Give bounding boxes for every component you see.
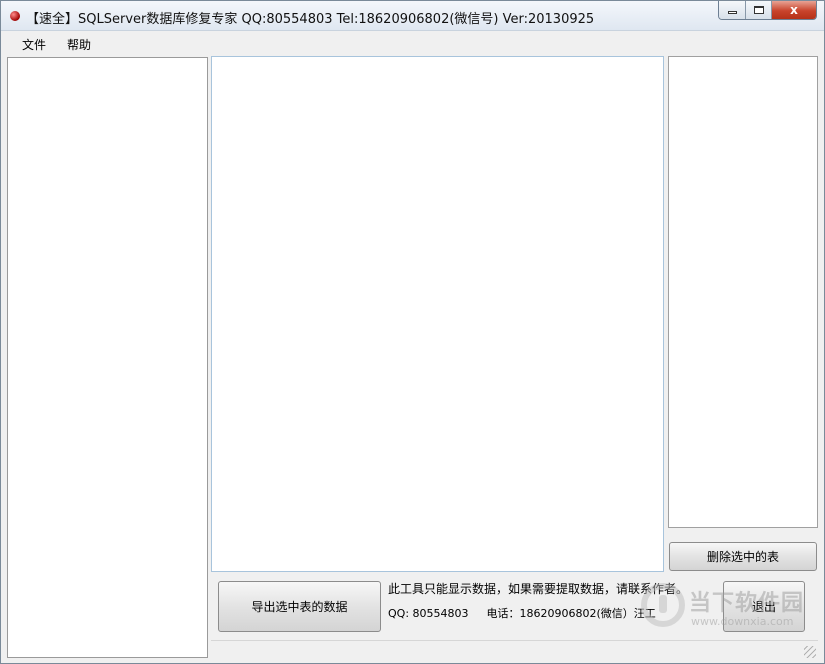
status-bar (211, 640, 818, 660)
table-list-panel[interactable] (668, 56, 818, 528)
exit-button[interactable]: 退出 (723, 581, 805, 632)
export-selected-data-button[interactable]: 导出选中表的数据 (218, 581, 381, 632)
database-tree-panel[interactable] (7, 57, 208, 658)
close-button[interactable]: x (772, 1, 816, 19)
app-window: 【速全】SQLServer数据库修复专家 QQ:80554803 Tel:186… (0, 0, 825, 664)
minimize-button[interactable] (719, 1, 746, 19)
contact-info: QQ: 80554803 电话：18620906802(微信）汪工 (388, 605, 656, 621)
info-notice: 此工具只能显示数据，如果需要提取数据，请联系作者。 (388, 582, 689, 596)
maximize-button[interactable] (746, 1, 772, 19)
menu-help[interactable]: 帮助 (67, 36, 91, 53)
resize-grip-icon[interactable] (804, 646, 816, 658)
app-icon[interactable] (10, 11, 20, 21)
title-bar[interactable]: 【速全】SQLServer数据库修复专家 QQ:80554803 Tel:186… (1, 1, 824, 31)
maximize-icon (753, 6, 764, 14)
delete-selected-table-button[interactable]: 删除选中的表 (669, 542, 817, 571)
minimize-icon (727, 11, 737, 14)
contact-phone: 电话：18620906802(微信）汪工 (486, 607, 656, 620)
contact-qq: QQ: 80554803 (388, 607, 469, 620)
close-icon: x (790, 3, 798, 17)
window-title: 【速全】SQLServer数据库修复专家 QQ:80554803 Tel:186… (26, 12, 595, 27)
menu-file[interactable]: 文件 (22, 36, 46, 53)
menu-bar: 文件 帮助 (1, 32, 824, 53)
window-controls: x (718, 1, 817, 20)
data-grid-panel[interactable] (211, 56, 664, 572)
